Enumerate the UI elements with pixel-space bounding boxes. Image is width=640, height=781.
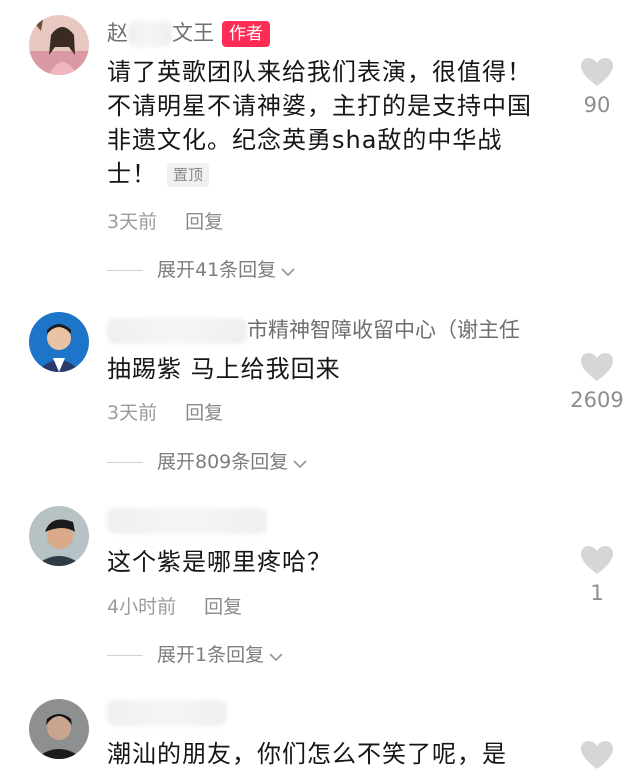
like-button[interactable]: 90 <box>562 57 632 117</box>
author-badge: 作者 <box>222 21 270 47</box>
comment-author[interactable]: 赵 文王 作者 <box>107 17 270 47</box>
divider <box>107 655 143 656</box>
chevron-down-icon <box>268 645 284 667</box>
divider <box>107 462 143 463</box>
reply-button[interactable]: 回复 <box>185 402 223 424</box>
avatar[interactable] <box>29 699 89 759</box>
name-redaction <box>107 700 227 726</box>
heart-icon <box>581 546 613 574</box>
comment-time: 4小时前 <box>107 596 177 618</box>
expand-replies[interactable]: 展开809条回复 <box>107 447 308 474</box>
boy-photo-avatar <box>29 506 89 566</box>
heart-icon <box>581 58 613 86</box>
comment-body: 潮汕的朋友，你们怎么不笑了呢，是 <box>107 740 507 768</box>
chevron-down-icon <box>280 260 296 282</box>
like-count: 1 <box>590 581 604 605</box>
comment-meta: 3天前 回复 <box>107 398 223 425</box>
comment-author[interactable] <box>107 508 267 534</box>
pinned-badge: 置顶 <box>167 163 210 187</box>
expand-replies-label: 展开41条回复 <box>157 259 277 281</box>
woman-photo-avatar <box>29 15 89 75</box>
like-count: 2609 <box>570 388 624 412</box>
comment-meta: 4小时前 回复 <box>107 592 242 619</box>
author-name-prefix: 赵 <box>107 21 128 45</box>
name-redaction <box>128 21 172 47</box>
man-suit-avatar <box>29 312 89 372</box>
expand-replies-label: 展开1条回复 <box>157 644 265 666</box>
expand-replies[interactable]: 展开41条回复 <box>107 255 296 282</box>
comment-author[interactable]: 市精神智障收留中心（谢主任 <box>107 314 520 344</box>
comment-time: 3天前 <box>107 211 158 233</box>
author-name-suffix: 文王 <box>172 21 214 45</box>
comment-author[interactable] <box>107 700 227 726</box>
avatar[interactable] <box>29 506 89 566</box>
comment-text: 请了英歌团队来给我们表演，很值得！不请明星不请神婆，主打的是支持中国非遗文化。纪… <box>107 55 547 191</box>
comment-text: 这个紫是哪里疼哈？ <box>107 545 547 579</box>
comment-body: 这个紫是哪里疼哈？ <box>107 548 332 576</box>
comment-text: 抽踢紫 马上给我回来 <box>107 352 547 386</box>
chevron-down-icon <box>292 452 308 474</box>
man-dark-avatar <box>29 699 89 759</box>
like-button[interactable] <box>562 740 632 770</box>
avatar[interactable] <box>29 312 89 372</box>
comment-meta: 3天前 回复 <box>107 207 223 234</box>
expand-replies-label: 展开809条回复 <box>157 451 289 473</box>
reply-button[interactable]: 回复 <box>204 596 242 618</box>
like-button[interactable]: 1 <box>562 545 632 605</box>
author-name-suffix: 市精神智障收留中心（谢主任 <box>247 318 520 342</box>
heart-icon <box>581 353 613 381</box>
like-count: 90 <box>583 93 611 117</box>
name-redaction <box>107 318 247 344</box>
heart-icon <box>581 741 613 769</box>
comment-time: 3天前 <box>107 402 158 424</box>
name-redaction <box>107 508 267 534</box>
like-button[interactable]: 2609 <box>562 352 632 412</box>
expand-replies[interactable]: 展开1条回复 <box>107 640 284 667</box>
avatar[interactable] <box>29 15 89 75</box>
comment-body: 抽踢紫 马上给我回来 <box>107 355 341 383</box>
divider <box>107 270 143 271</box>
reply-button[interactable]: 回复 <box>185 211 223 233</box>
comment-text: 潮汕的朋友，你们怎么不笑了呢，是 <box>107 737 547 771</box>
